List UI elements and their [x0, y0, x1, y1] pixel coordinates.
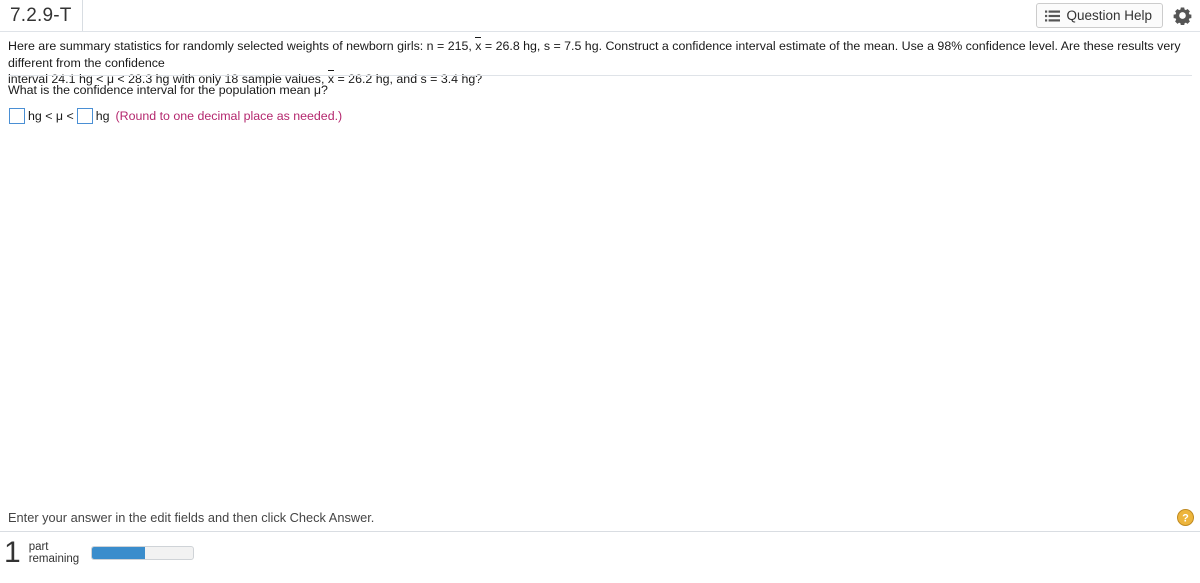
exercise-tab[interactable]: 7.2.9-T: [6, 0, 83, 31]
x-bar-symbol-1: x: [475, 37, 482, 53]
question-stem: Here are summary statistics for randomly…: [8, 37, 1192, 88]
progress-group: 1 part remaining: [4, 536, 195, 569]
exercise-id-label: 7.2.9-T: [10, 4, 72, 26]
parts-remaining-count: 1: [4, 536, 21, 569]
upper-bound-unit-label: hg: [95, 109, 110, 123]
parts-label-line1: part: [28, 540, 49, 553]
progress-bar-fill: [92, 547, 145, 559]
question-help-label: Question Help: [1066, 8, 1152, 23]
lower-bound-unit-label: hg < μ <: [28, 109, 74, 123]
question-help-button[interactable]: Question Help: [1036, 3, 1163, 28]
parts-remaining-label: part remaining: [29, 541, 80, 566]
lower-bound-input[interactable]: [9, 108, 25, 124]
page-header: 7.2.9-T Question Help: [0, 0, 1200, 32]
list-icon: [1045, 10, 1061, 22]
header-divider: [0, 31, 1200, 32]
progress-bar: [91, 546, 195, 560]
answer-row: hg < μ < hg (Round to one decimal place …: [8, 108, 342, 124]
header-actions: Question Help: [1036, 3, 1192, 28]
question-text: Here are summary statistics for randomly…: [8, 37, 1192, 88]
exercise-page: 7.2.9-T Question Help Here are summary s…: [0, 0, 1200, 583]
help-badge-icon[interactable]: ?: [1177, 509, 1194, 526]
upper-bound-input[interactable]: [76, 108, 93, 124]
gear-icon[interactable]: [1173, 6, 1192, 25]
part-prompt: What is the confidence interval for the …: [8, 83, 328, 97]
x-bar-symbol-2: x: [327, 70, 335, 86]
question-line1-part-a: Here are summary statistics for randomly…: [8, 39, 476, 53]
question-divider: [8, 75, 1192, 76]
parts-label-line2: remaining: [28, 553, 80, 565]
svg-text:?: ?: [1182, 512, 1189, 524]
footer-toolbar: 1 part remaining Clear All Check Answer: [0, 532, 1200, 583]
instruction-text: Enter your answer in the edit fields and…: [8, 510, 375, 525]
rounding-note: (Round to one decimal place as needed.): [115, 109, 343, 123]
